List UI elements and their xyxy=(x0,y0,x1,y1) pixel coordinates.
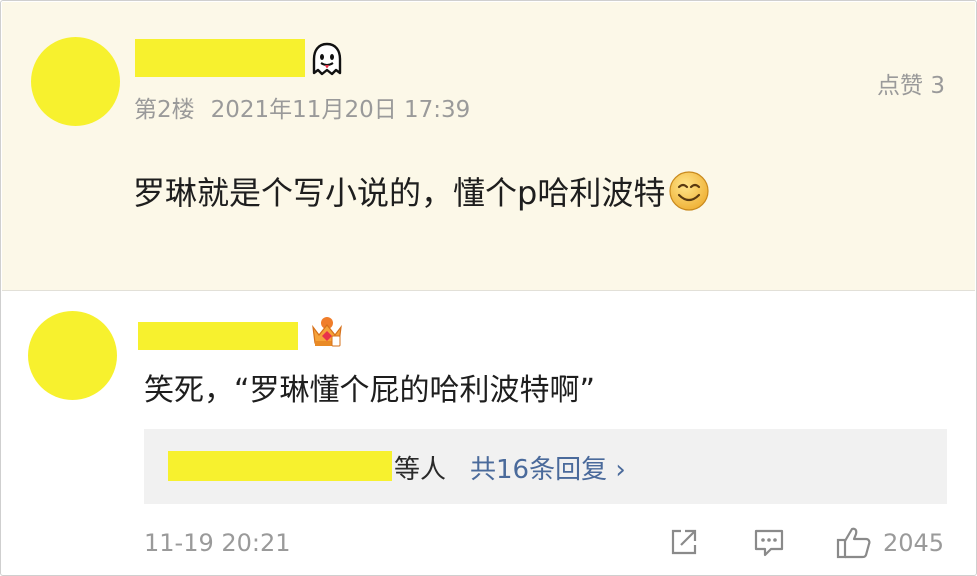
username-redacted[interactable] xyxy=(138,322,298,350)
sub-replies-preview[interactable]: 等人 共16条回复 › xyxy=(144,429,947,504)
share-button[interactable] xyxy=(667,525,701,559)
sub-reply-others: 等人 xyxy=(394,455,447,485)
thumbs-up-icon xyxy=(836,527,871,559)
avatar[interactable] xyxy=(31,37,120,126)
reply-time: 11-19 20:21 xyxy=(144,529,291,557)
username-redacted[interactable] xyxy=(135,39,305,77)
avatar[interactable] xyxy=(28,311,117,400)
view-replies-link[interactable]: 共16条回复 › xyxy=(470,449,626,486)
floor-label: 第2楼 xyxy=(134,97,195,123)
post-text: 罗琳就是个写小说的，懂个p哈利波特 xyxy=(133,168,711,214)
smile-icon xyxy=(669,171,709,211)
like-button[interactable]: 2045 xyxy=(835,525,944,561)
crown-icon xyxy=(312,317,342,347)
post-text-content: 罗琳就是个写小说的，懂个p哈利波特 xyxy=(133,174,666,212)
reply-text: 笑死，“罗琳懂个屁的哈利波特啊” xyxy=(144,373,596,408)
floor-post: 第2楼 2021年11月20日 17:39 点赞 3 罗琳就是个写小说的，懂个p哈… xyxy=(2,2,975,291)
like-count-label[interactable]: 点赞 3 xyxy=(877,66,945,100)
ghost-icon xyxy=(312,42,342,76)
comment-button[interactable] xyxy=(752,525,786,559)
share-icon xyxy=(671,529,697,555)
post-datetime: 2021年11月20日 17:39 xyxy=(210,97,471,123)
comment-icon xyxy=(754,529,784,557)
floor-meta: 第2楼 2021年11月20日 17:39 xyxy=(134,90,470,124)
sub-reply-users-redacted xyxy=(168,451,392,481)
like-count: 2045 xyxy=(883,529,945,557)
comment-thread: 第2楼 2021年11月20日 17:39 点赞 3 罗琳就是个写小说的，懂个p哈… xyxy=(0,0,977,576)
